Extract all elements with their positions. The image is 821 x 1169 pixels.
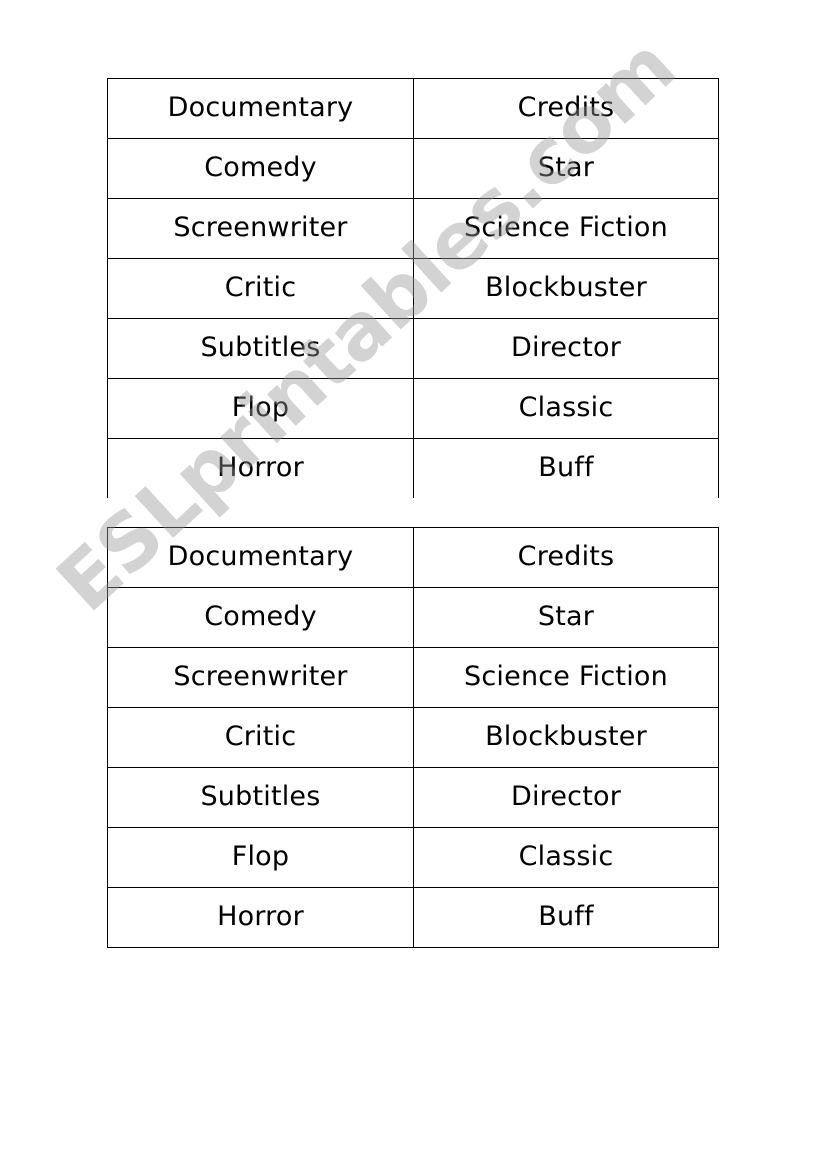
table-row: Comedy Star: [107, 138, 719, 199]
card-term: Credits: [517, 541, 615, 573]
vocabulary-card: Director: [413, 318, 719, 379]
vocabulary-card: Science Fiction: [413, 198, 719, 259]
vocabulary-card-set-2: Documentary Credits Comedy Star Screenwr…: [107, 527, 719, 948]
table-row: Comedy Star: [107, 587, 719, 648]
card-term: Critic: [224, 721, 297, 753]
vocabulary-card: Comedy: [107, 587, 414, 648]
card-term: Science Fiction: [464, 661, 668, 693]
table-row: Documentary Credits: [107, 527, 719, 588]
card-term: Star: [537, 152, 595, 184]
table-row: Critic Blockbuster: [107, 707, 719, 768]
vocabulary-card: Screenwriter: [107, 198, 414, 259]
vocabulary-card: Critic: [107, 258, 414, 319]
vocabulary-card: Horror: [107, 438, 414, 498]
vocabulary-card: Credits: [413, 527, 719, 588]
card-term: Horror: [217, 452, 304, 484]
card-term: Buff: [538, 452, 594, 484]
vocabulary-card: Critic: [107, 707, 414, 768]
vocabulary-card: Documentary: [107, 527, 414, 588]
vocabulary-card: Blockbuster: [413, 258, 719, 319]
table-row: Screenwriter Science Fiction: [107, 198, 719, 259]
card-term: Documentary: [167, 92, 354, 124]
table-row: Critic Blockbuster: [107, 258, 719, 319]
table-row: Screenwriter Science Fiction: [107, 647, 719, 708]
vocabulary-card: Classic: [413, 827, 719, 888]
table-row: Subtitles Director: [107, 318, 719, 379]
vocabulary-card: Classic: [413, 378, 719, 439]
table-body: Documentary Credits Comedy Star Screenwr…: [107, 78, 719, 498]
vocabulary-card: Buff: [413, 438, 719, 498]
vocabulary-card-set-1: Documentary Credits Comedy Star Screenwr…: [107, 78, 719, 498]
card-term: Comedy: [204, 152, 317, 184]
vocabulary-card: Flop: [107, 378, 414, 439]
card-term: Credits: [517, 92, 615, 124]
worksheet-page: Documentary Credits Comedy Star Screenwr…: [0, 0, 821, 1169]
card-term: Classic: [518, 392, 614, 424]
card-term: Blockbuster: [485, 721, 647, 753]
card-term: Horror: [217, 901, 304, 933]
vocabulary-card: Star: [413, 138, 719, 199]
table-body: Documentary Credits Comedy Star Screenwr…: [107, 527, 719, 948]
card-term: Subtitles: [200, 332, 321, 364]
card-term: Science Fiction: [464, 212, 668, 244]
table-row: Flop Classic: [107, 827, 719, 888]
table-row: Horror Buff: [107, 438, 719, 498]
card-term: Flop: [231, 841, 290, 873]
vocabulary-card: Director: [413, 767, 719, 828]
card-term: Star: [537, 601, 595, 633]
vocabulary-card: Comedy: [107, 138, 414, 199]
card-term: Classic: [518, 841, 614, 873]
card-term: Buff: [538, 901, 594, 933]
vocabulary-card: Blockbuster: [413, 707, 719, 768]
card-term: Critic: [224, 272, 297, 304]
table-row: Horror Buff: [107, 887, 719, 948]
card-term: Documentary: [167, 541, 354, 573]
vocabulary-card: Buff: [413, 887, 719, 948]
vocabulary-card: Horror: [107, 887, 414, 948]
card-term: Flop: [231, 392, 290, 424]
card-term: Blockbuster: [485, 272, 647, 304]
card-term: Comedy: [204, 601, 317, 633]
vocabulary-card: Documentary: [107, 78, 414, 139]
card-term: Director: [510, 781, 622, 813]
vocabulary-card: Science Fiction: [413, 647, 719, 708]
vocabulary-card: Star: [413, 587, 719, 648]
card-term: Screenwriter: [173, 212, 348, 244]
vocabulary-card: Subtitles: [107, 318, 414, 379]
card-term: Director: [510, 332, 622, 364]
vocabulary-card: Credits: [413, 78, 719, 139]
card-term: Screenwriter: [173, 661, 348, 693]
vocabulary-card: Screenwriter: [107, 647, 414, 708]
table-row: Subtitles Director: [107, 767, 719, 828]
vocabulary-card: Subtitles: [107, 767, 414, 828]
table-row: Flop Classic: [107, 378, 719, 439]
table-row: Documentary Credits: [107, 78, 719, 139]
vocabulary-card: Flop: [107, 827, 414, 888]
card-term: Subtitles: [200, 781, 321, 813]
